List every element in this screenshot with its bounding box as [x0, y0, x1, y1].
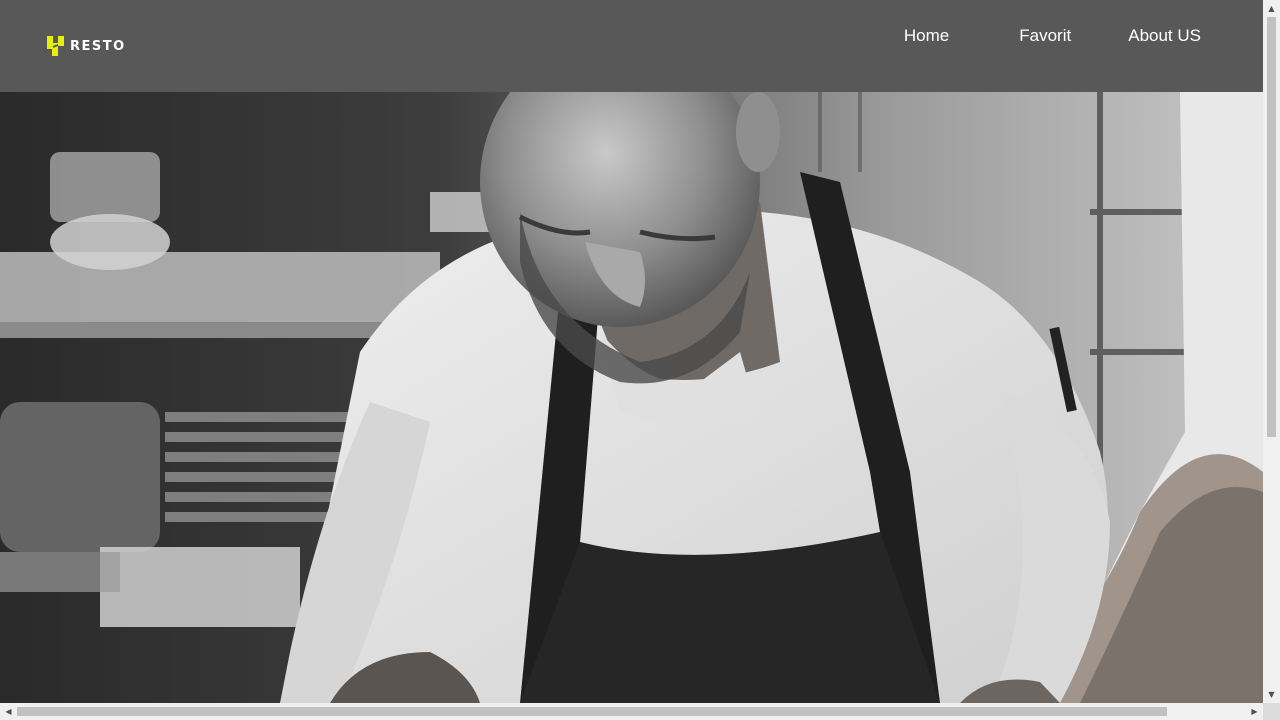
vertical-scrollbar[interactable]: ▲ ▼ [1263, 0, 1280, 703]
chef-photo [0, 92, 1263, 703]
brand-logo[interactable]: RESTO [46, 35, 126, 57]
scroll-up-arrow-icon[interactable]: ▲ [1263, 0, 1280, 17]
horizontal-scroll-thumb[interactable] [17, 707, 1167, 716]
brand-mark-icon [47, 36, 64, 56]
main-nav: Home Favorit About US [904, 26, 1201, 46]
scroll-right-arrow-icon[interactable]: ▶ [1246, 703, 1263, 720]
horizontal-scrollbar[interactable]: ◀ ▶ [0, 703, 1263, 720]
page-viewport: RESTO Home Favorit About US [0, 0, 1263, 703]
vertical-scroll-thumb[interactable] [1267, 17, 1276, 437]
scroll-down-arrow-icon[interactable]: ▼ [1263, 686, 1280, 703]
nav-favorit-link[interactable]: Favorit [1019, 26, 1071, 46]
nav-about-link[interactable]: About US [1128, 26, 1201, 46]
hero-image [0, 92, 1263, 703]
scroll-left-arrow-icon[interactable]: ◀ [0, 703, 17, 720]
scrollbar-corner [1263, 703, 1280, 720]
site-header: RESTO Home Favorit About US [0, 0, 1263, 92]
nav-home-link[interactable]: Home [904, 26, 949, 46]
brand-name: RESTO [70, 38, 126, 54]
